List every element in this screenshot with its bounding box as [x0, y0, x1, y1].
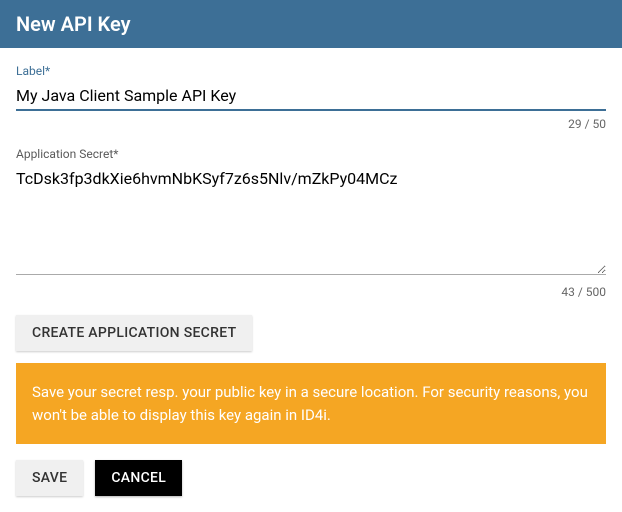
alert-text: Save your secret resp. your public key i… — [32, 383, 588, 424]
dialog-header: New API Key — [0, 0, 622, 48]
dialog-title: New API Key — [16, 12, 131, 36]
secret-textarea[interactable] — [16, 165, 606, 275]
secret-warning-alert: Save your secret resp. your public key i… — [16, 363, 606, 444]
create-application-secret-button[interactable]: CREATE APPLICATION SECRET — [16, 315, 252, 351]
label-field-group: Label* 29 / 50 — [16, 64, 606, 131]
label-char-counter: 29 / 50 — [16, 117, 606, 131]
label-input[interactable] — [16, 82, 606, 111]
cancel-button[interactable]: CANCEL — [95, 460, 182, 496]
secret-char-counter: 43 / 500 — [16, 285, 606, 299]
save-button[interactable]: SAVE — [16, 460, 83, 496]
secret-field-group: Application Secret* 43 / 500 — [16, 147, 606, 299]
dialog-content: Label* 29 / 50 Application Secret* 43 / … — [0, 48, 622, 512]
secret-field-label: Application Secret* — [16, 147, 606, 161]
create-secret-row: CREATE APPLICATION SECRET — [16, 315, 606, 351]
action-button-row: SAVE CANCEL — [16, 460, 606, 496]
label-field-label: Label* — [16, 64, 606, 78]
